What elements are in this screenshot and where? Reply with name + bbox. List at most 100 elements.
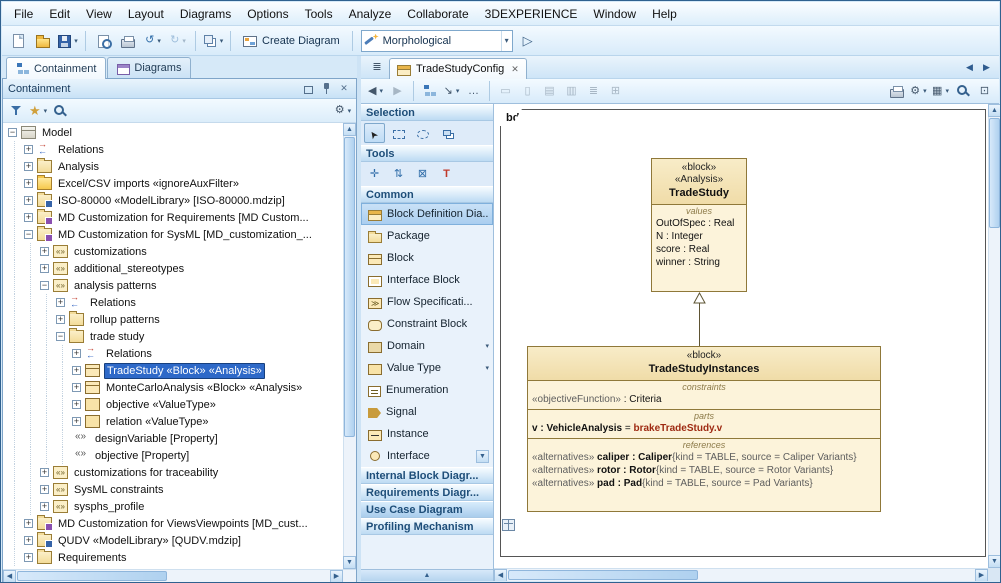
palette-section-selection[interactable]: Selection: [361, 104, 493, 121]
tree-item-relation-valuetype[interactable]: +relation «ValueType»: [3, 413, 343, 430]
canvas-horizontal-scrollbar[interactable]: ◀ ▶: [494, 568, 988, 581]
back-button[interactable]: ◀▾: [365, 81, 386, 102]
expand-toggle[interactable]: +: [72, 366, 81, 375]
palette-section-internal-block-diagram[interactable]: Internal Block Diagr...: [361, 467, 493, 484]
tree-item-requirements[interactable]: +Requirements: [3, 549, 343, 566]
align-shapes-button[interactable]: ▤: [539, 81, 560, 102]
diagram-canvas[interactable]: bdd [Package] TradeStudy_Instances [ Tra…: [494, 104, 1001, 581]
collapse-toggle[interactable]: −: [40, 281, 49, 290]
tree-item-customizations[interactable]: +customizations: [3, 243, 343, 260]
palette-item-value-type[interactable]: Value Type▾: [361, 357, 493, 379]
palette-item-block-definition-diagram[interactable]: Block Definition Dia...: [361, 203, 493, 225]
palette-section-tools[interactable]: Tools: [361, 145, 493, 162]
cursor-tool-button[interactable]: [364, 123, 385, 143]
block-tradestudy[interactable]: «block»«Analysis»TradeStudyvaluesOutOfSp…: [651, 158, 747, 292]
tree-item-relations[interactable]: +Relations: [3, 141, 343, 158]
make-same-height-button[interactable]: ▯: [517, 81, 538, 102]
scroll-right-button[interactable]: ▶: [975, 569, 988, 581]
show-model-structure-button[interactable]: [419, 81, 440, 102]
collapse-toggle[interactable]: −: [8, 128, 17, 137]
menu-help[interactable]: Help: [644, 3, 685, 25]
save-project-button[interactable]: ▾: [56, 29, 80, 53]
tree-item-objective-valuetype[interactable]: +objective «ValueType»: [3, 396, 343, 413]
tree-horizontal-scrollbar[interactable]: ◀ ▶: [3, 569, 356, 582]
menu-window[interactable]: Window: [585, 3, 644, 25]
expand-toggle[interactable]: +: [24, 536, 33, 545]
expand-toggle[interactable]: +: [56, 298, 65, 307]
scrollbar-thumb[interactable]: [989, 118, 1000, 228]
expand-toggle[interactable]: +: [56, 315, 65, 324]
previous-diagram-button[interactable]: ◀: [961, 59, 978, 76]
run-perspective-button[interactable]: [517, 29, 541, 53]
undo-button[interactable]: ↺▾: [141, 29, 165, 53]
chevron-down-icon[interactable]: ▾: [485, 342, 489, 350]
tree-item-designvariable-property[interactable]: designVariable [Property]: [3, 430, 343, 447]
tree-item-objective-property[interactable]: objective [Property]: [3, 447, 343, 464]
tree-item-qudv-modellibrary-qudv-mdzip[interactable]: +QUDV «ModelLibrary» [QUDV.mdzip]: [3, 532, 343, 549]
expand-toggle[interactable]: +: [24, 213, 33, 222]
scroll-left-button[interactable]: ◀: [3, 570, 16, 583]
scrollbar-thumb[interactable]: [508, 570, 698, 580]
palette-scroll-up-button[interactable]: ▲: [361, 569, 493, 581]
collapse-toggle[interactable]: −: [56, 332, 65, 341]
expand-toggle[interactable]: +: [40, 468, 49, 477]
scrollbar-thumb[interactable]: [17, 571, 167, 581]
new-project-button[interactable]: [6, 29, 30, 53]
expand-toggle[interactable]: +: [24, 553, 33, 562]
pin-panel-button[interactable]: [319, 82, 333, 96]
tree-layout-tool-button[interactable]: ⇅: [388, 164, 409, 184]
collapse-toggle[interactable]: −: [24, 230, 33, 239]
chevron-down-icon[interactable]: ▾: [485, 364, 489, 372]
tree-item-montecarloanalysis-block-analysis[interactable]: +MonteCarloAnalysis «Block» «Analysis»: [3, 379, 343, 396]
tree-item-md-customization-for-sysml-md-customization[interactable]: −MD Customization for SysML [MD_customiz…: [3, 226, 343, 243]
print-diagram-button[interactable]: [886, 81, 907, 102]
close-icon[interactable]: ✕: [511, 64, 519, 75]
quick-add-relation-button[interactable]: ↘▾: [441, 81, 462, 102]
tree-item-trade-study[interactable]: −trade study: [3, 328, 343, 345]
menu-3dexperience[interactable]: 3DEXPERIENCE: [477, 3, 586, 25]
expand-toggle[interactable]: +: [40, 502, 49, 511]
menu-view[interactable]: View: [78, 3, 120, 25]
menu-edit[interactable]: Edit: [41, 3, 78, 25]
tree-item-sysphs-profile[interactable]: +sysphs_profile: [3, 498, 343, 515]
expand-toggle[interactable]: +: [40, 485, 49, 494]
tree-item-rollup-patterns[interactable]: +rollup patterns: [3, 311, 343, 328]
expand-toggle[interactable]: +: [40, 264, 49, 273]
print-preview-button[interactable]: [91, 29, 115, 53]
panel-options-button[interactable]: ⚙▾: [333, 101, 353, 121]
rect-select-tool-button[interactable]: [388, 123, 409, 143]
tab-diagrams[interactable]: Diagrams: [107, 57, 191, 78]
expand-toggle[interactable]: +: [24, 196, 33, 205]
diagram-overview-icon[interactable]: [502, 519, 515, 531]
sticky-point-tool-button[interactable]: ✛: [364, 164, 385, 184]
chevron-down-icon[interactable]: ▾: [501, 31, 509, 51]
tab-tradestudyconfig[interactable]: TradeStudyConfig✕: [389, 58, 527, 79]
make-same-size-button[interactable]: ▭: [495, 81, 516, 102]
block-tradestudyinstances[interactable]: «block»TradeStudyInstancesconstraints«ob…: [527, 346, 881, 512]
redo-button[interactable]: ↻▾: [166, 29, 190, 53]
copy-as-image-button[interactable]: ▾: [201, 29, 225, 53]
tree-item-iso-80000-modellibrary-iso-80000-mdzip[interactable]: +ISO-80000 «ModelLibrary» [ISO-80000.mdz…: [3, 192, 343, 209]
free-select-tool-button[interactable]: [412, 123, 433, 143]
palette-item-signal[interactable]: Signal: [361, 401, 493, 423]
print-button[interactable]: [116, 29, 140, 53]
menu-options[interactable]: Options: [239, 3, 296, 25]
quick-filter-button[interactable]: [6, 101, 26, 121]
menu-file[interactable]: File: [6, 3, 41, 25]
palette-item-constraint-block[interactable]: Constraint Block: [361, 313, 493, 335]
scroll-down-button[interactable]: ▼: [988, 555, 1001, 568]
tree-item-model[interactable]: −Model: [3, 124, 343, 141]
tree-item-md-customization-for-requirements-md-custom[interactable]: +MD Customization for Requirements [MD C…: [3, 209, 343, 226]
tab-containment[interactable]: Containment: [6, 57, 106, 79]
menu-tools[interactable]: Tools: [297, 3, 341, 25]
next-diagram-button[interactable]: ▶: [978, 59, 995, 76]
palette-scroll-down-button[interactable]: ▼: [476, 450, 489, 463]
diagram-properties-button[interactable]: ⚙▾: [908, 81, 929, 102]
expand-toggle[interactable]: +: [72, 349, 81, 358]
layout-diagram-button[interactable]: ≣: [583, 81, 604, 102]
distribute-shapes-button[interactable]: ▥: [561, 81, 582, 102]
expand-toggle[interactable]: +: [24, 145, 33, 154]
search-button[interactable]: [50, 101, 70, 121]
palette-section-use-case-diagram[interactable]: Use Case Diagram: [361, 501, 493, 518]
snap-grid-button[interactable]: ⊞: [605, 81, 626, 102]
